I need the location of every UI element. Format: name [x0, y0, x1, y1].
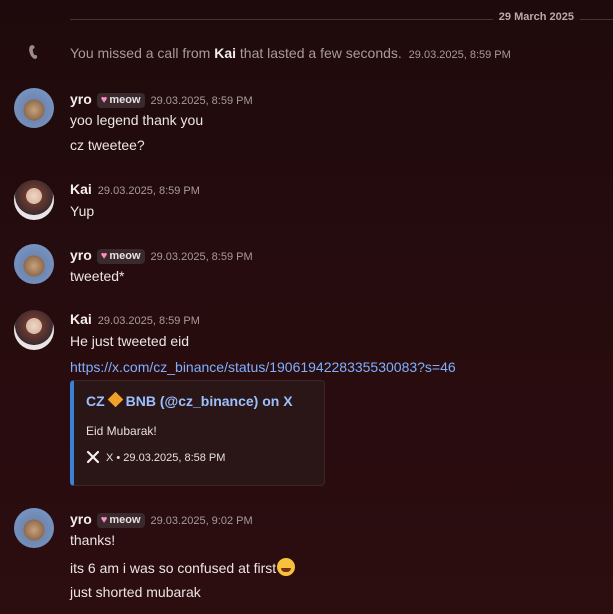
heart-icon: ♥ [100, 250, 108, 262]
message-timestamp: 29.03.2025, 8:59 PM [150, 251, 253, 263]
phone-missed-icon [29, 45, 38, 59]
message-timestamp: 29.03.2025, 9:02 PM [150, 515, 253, 527]
message-text: yoo legend thank you [70, 112, 204, 128]
message-text: its 6 am i was so confused at first [70, 558, 296, 576]
avatar[interactable] [14, 244, 54, 284]
message-text: tweeted* [70, 268, 125, 284]
rofl-emoji-icon [277, 558, 296, 576]
message-timestamp: 29.03.2025, 8:59 PM [97, 315, 200, 327]
call-timestamp: 29.03.2025, 8:59 PM [408, 49, 511, 61]
embed-description: Eid Mubarak! [86, 424, 157, 438]
caller-name[interactable]: Kai [214, 45, 236, 61]
role-tag[interactable]: ♥ meow [96, 93, 145, 108]
author-name[interactable]: yro [70, 247, 92, 263]
message-text: cz tweetee? [70, 137, 145, 153]
message-text: Yup [70, 203, 95, 219]
author-name[interactable]: yro [70, 511, 92, 527]
avatar[interactable] [14, 508, 54, 548]
message-link[interactable]: https://x.com/cz_binance/status/19061942… [70, 359, 456, 375]
missed-call-message: You missed a call from Kai that lasted a… [0, 42, 613, 64]
heart-icon: ♥ [100, 94, 108, 106]
divider-date: 29 March 2025 [492, 11, 580, 23]
embed-footer: X • 29.03.2025, 8:58 PM [86, 450, 225, 464]
message-timestamp: 29.03.2025, 8:59 PM [97, 185, 200, 197]
call-suffix: that lasted a few seconds. [236, 45, 402, 61]
date-divider: 29 March 2025 [70, 10, 613, 28]
heart-icon: ♥ [100, 514, 108, 526]
link-embed: CZ BNB (@cz_binance) on X Eid Mubarak! X … [70, 380, 325, 486]
message-timestamp: 29.03.2025, 8:59 PM [150, 95, 253, 107]
role-tag[interactable]: ♥ meow [96, 513, 145, 528]
x-logo-icon [86, 450, 100, 464]
message-text: just shorted mubarak [70, 584, 201, 600]
author-name[interactable]: yro [70, 91, 92, 107]
avatar[interactable] [14, 310, 54, 350]
author-name[interactable]: Kai [70, 311, 92, 327]
call-prefix: You missed a call from [70, 45, 215, 61]
message-text: He just tweeted eid [70, 333, 190, 349]
avatar[interactable] [14, 180, 54, 220]
message-text: thanks! [70, 532, 116, 548]
role-tag[interactable]: ♥ meow [96, 249, 145, 264]
avatar[interactable] [14, 88, 54, 128]
bnb-diamond-icon [107, 391, 123, 408]
author-name[interactable]: Kai [70, 181, 92, 197]
embed-title[interactable]: CZ BNB (@cz_binance) on X [86, 391, 293, 409]
